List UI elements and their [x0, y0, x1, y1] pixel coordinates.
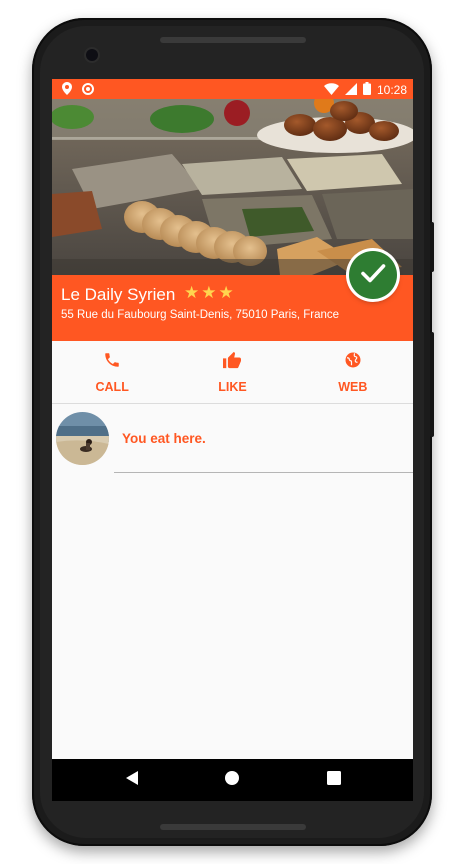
top-speaker [160, 37, 306, 43]
globe-icon [344, 351, 362, 374]
list-divider [114, 472, 413, 473]
call-label: CALL [95, 380, 129, 394]
like-button[interactable]: LIKE [172, 341, 292, 403]
restaurant-photo [52, 99, 413, 275]
like-label: LIKE [218, 380, 247, 394]
action-row: CALL LIKE WEB [52, 341, 413, 404]
recents-button[interactable] [314, 759, 354, 801]
app-screen: 10:28 Le Daily Syrien ★★★ 55 Rue du Faub… [52, 79, 413, 801]
front-camera [86, 49, 98, 61]
list-item[interactable]: You eat here. [52, 404, 413, 474]
navigation-bar [52, 759, 413, 801]
recents-icon [327, 770, 341, 790]
home-button[interactable] [212, 759, 252, 801]
check-icon [358, 258, 388, 293]
restaurant-name: Le Daily Syrien [61, 285, 176, 304]
check-button[interactable] [349, 251, 397, 299]
phone-icon [103, 351, 121, 374]
call-button[interactable]: CALL [52, 341, 172, 403]
status-time: 10:28 [376, 83, 407, 97]
signal-icon [344, 82, 357, 98]
list-item-text: You eat here. [122, 431, 206, 446]
status-bar: 10:28 [52, 79, 413, 99]
location-icon [62, 82, 72, 98]
rating-stars: ★★★ [184, 283, 236, 302]
volume-button [430, 222, 434, 272]
power-button [430, 332, 434, 437]
web-button[interactable]: WEB [293, 341, 413, 403]
wifi-icon [323, 82, 339, 98]
back-icon [125, 770, 139, 791]
web-label: WEB [338, 380, 368, 394]
battery-icon [362, 82, 371, 98]
bottom-speaker [160, 824, 306, 830]
home-icon [224, 770, 240, 791]
thumb-up-icon [222, 351, 242, 374]
restaurant-address: 55 Rue du Faubourg Saint-Denis, 75010 Pa… [61, 309, 340, 321]
circle-notification-icon [82, 82, 94, 98]
avatar [56, 412, 109, 465]
back-button[interactable] [112, 759, 152, 801]
